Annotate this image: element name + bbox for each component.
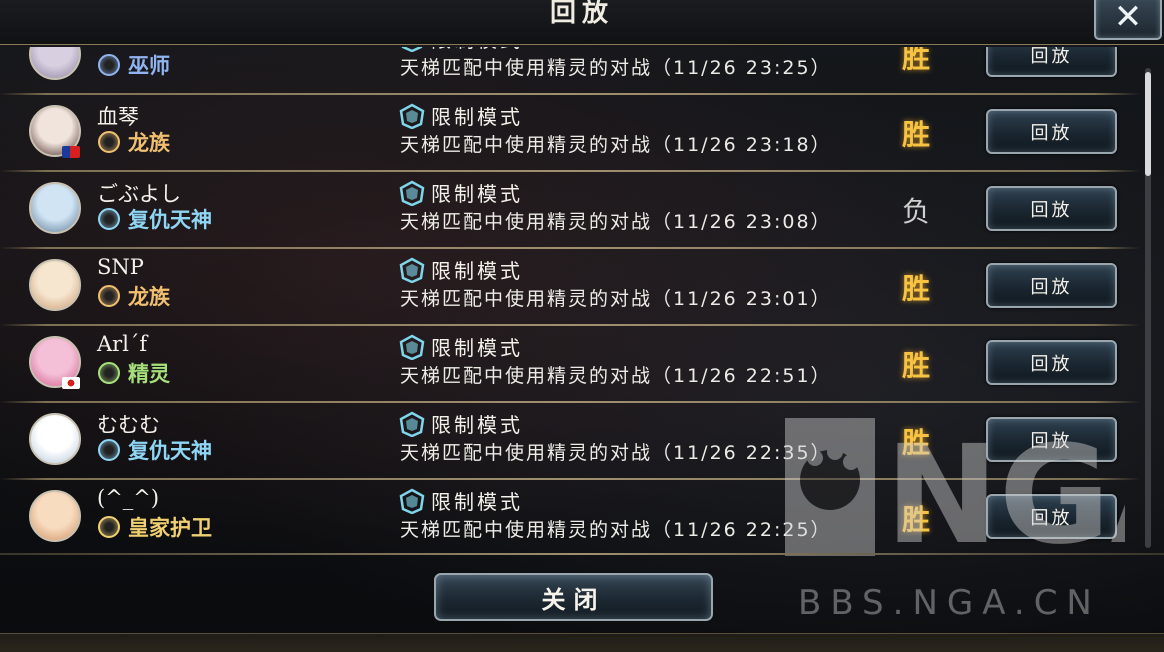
player-avatar (29, 182, 81, 234)
player-name: SNP (97, 255, 144, 279)
header-bar: 回放 ✕ (0, 0, 1164, 45)
nga-watermark-logo: NGA (785, 418, 1125, 556)
replay-row: 巫师 限制模式 天梯匹配中使用精灵的对战（11/26 23:25） 胜 回放 (0, 47, 1164, 95)
restricted-mode-icon (399, 180, 425, 206)
restricted-mode-icon (401, 47, 423, 52)
battle-description: 天梯匹配中使用精灵的对战（11/26 23:01） (400, 288, 832, 310)
watermark-site-text: BBS.NGA.CN (798, 583, 1101, 623)
restricted-mode-icon (399, 411, 425, 437)
close-icon: ✕ (1113, 0, 1143, 37)
match-result: 胜 (902, 47, 931, 74)
replay-button[interactable]: 回放 (986, 109, 1117, 154)
player-avatar (29, 259, 81, 311)
class-name: 复仇天神 (128, 439, 212, 463)
match-result: 负 (902, 195, 931, 228)
player-name: (^_^) (97, 486, 160, 510)
match-result: 胜 (902, 118, 931, 151)
class-icon (98, 439, 120, 461)
restricted-mode-icon (399, 257, 425, 283)
flag-icon (62, 146, 80, 158)
mode-label: 限制模式 (431, 490, 523, 514)
class-name: 复仇天神 (128, 208, 212, 232)
footer-divider (0, 553, 1164, 555)
replay-button[interactable]: 回放 (986, 340, 1117, 385)
match-result: 胜 (902, 349, 931, 382)
mode-label: 限制模式 (431, 413, 523, 437)
mode-label: 限制模式 (431, 336, 523, 360)
player-avatar (29, 47, 81, 80)
mode-label: 限制模式 (431, 259, 523, 283)
class-icon (98, 208, 120, 230)
battle-description: 天梯匹配中使用精灵的对战（11/26 23:08） (400, 211, 832, 233)
class-name: 精灵 (128, 362, 170, 386)
restricted-mode-icon (399, 488, 425, 514)
class-name: 龙族 (128, 285, 170, 309)
replay-button[interactable]: 回放 (986, 263, 1117, 308)
restricted-mode-icon (399, 103, 425, 129)
replay-row: 血琴 龙族 限制模式 天梯匹配中使用精灵的对战（11/26 23:18） 胜 回… (0, 95, 1164, 172)
replay-button[interactable]: 回放 (986, 47, 1117, 77)
player-name: Arl´f (97, 332, 148, 356)
replay-row: ごぶよし 复仇天神 限制模式 天梯匹配中使用精灵的对战（11/26 23:08）… (0, 172, 1164, 249)
replay-button[interactable]: 回放 (986, 186, 1117, 231)
bottom-strip (0, 633, 1164, 652)
battle-description: 天梯匹配中使用精灵的对战（11/26 22:35） (400, 442, 832, 464)
class-icon (98, 54, 120, 76)
replay-row: Arl´f 精灵 限制模式 天梯匹配中使用精灵的对战（11/26 22:51） … (0, 326, 1164, 403)
player-avatar (29, 490, 81, 542)
battle-description: 天梯匹配中使用精灵的对战（11/26 23:25） (400, 57, 832, 79)
class-icon (98, 131, 120, 153)
player-avatar (29, 413, 81, 465)
class-icon (98, 362, 120, 384)
class-icon (98, 285, 120, 307)
scrollbar-thumb[interactable] (1145, 72, 1151, 176)
mode-label: 限制模式 (431, 182, 523, 206)
battle-description: 天梯匹配中使用精灵的对战（11/26 22:51） (400, 365, 832, 387)
close-icon-button[interactable]: ✕ (1094, 0, 1162, 40)
watermark-logo-text: NGA (885, 418, 1125, 556)
flag-icon (62, 377, 80, 389)
battle-description: 天梯匹配中使用精灵的对战（11/26 23:18） (400, 134, 832, 156)
class-name: 皇家护卫 (128, 516, 212, 540)
restricted-mode-icon (399, 334, 425, 360)
class-name: 巫师 (128, 54, 170, 78)
mode-label: 限制模式 (431, 105, 523, 129)
class-name: 龙族 (128, 131, 170, 155)
class-icon (98, 516, 120, 538)
close-button[interactable]: 关闭 (434, 573, 713, 621)
match-result: 胜 (902, 272, 931, 305)
battle-description: 天梯匹配中使用精灵的对战（11/26 22:25） (400, 519, 832, 541)
page-title: 回放 (549, 0, 614, 28)
replay-row: SNP 龙族 限制模式 天梯匹配中使用精灵的对战（11/26 23:01） 胜 … (0, 249, 1164, 326)
